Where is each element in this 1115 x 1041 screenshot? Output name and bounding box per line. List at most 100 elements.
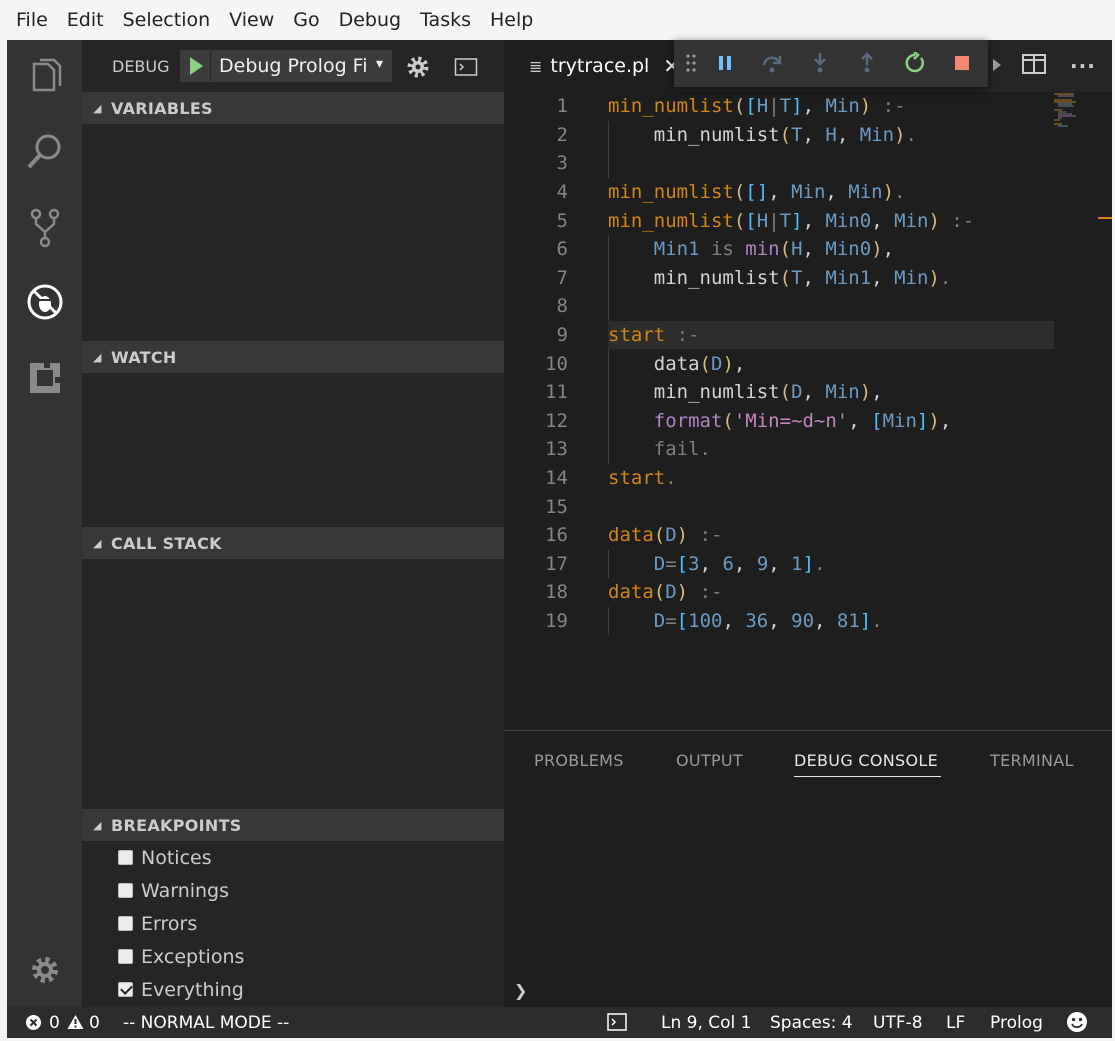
variables-section-header[interactable]: ◢ VARIABLES <box>82 92 504 124</box>
error-count[interactable]: 0 <box>49 1013 60 1033</box>
code-line: 2 min_numlist(T, H, Min). <box>504 120 1064 150</box>
code-text: min_numlist([], Min, Min). <box>608 181 906 204</box>
code-text: fail. <box>653 438 711 461</box>
tab-terminal[interactable]: TERMINAL <box>990 751 1074 770</box>
line-number: 15 <box>545 495 568 518</box>
breakpoint-item[interactable]: Everything <box>118 973 244 1006</box>
code-line: 18 data(D) :- <box>504 578 1064 607</box>
menu-file[interactable]: File <box>16 9 48 31</box>
open-launch-json-gear-icon[interactable] <box>404 53 432 81</box>
settings-gear-icon[interactable] <box>7 940 82 1000</box>
breakpoint-item[interactable]: Errors <box>118 907 197 940</box>
code-line: 7 min_numlist(T, Min1, Min). <box>504 263 1064 293</box>
menu-help[interactable]: Help <box>490 9 533 31</box>
language-mode[interactable]: Prolog <box>990 1013 1043 1033</box>
drag-handle-icon[interactable] <box>684 50 698 76</box>
breakpoint-checkbox[interactable] <box>118 883 133 898</box>
breakpoint-item[interactable]: Notices <box>118 841 212 874</box>
explorer-icon[interactable] <box>7 46 82 106</box>
tab-title: trytrace.pl <box>550 55 650 77</box>
code-line: 13 fail. <box>504 435 1064 464</box>
menu-tasks[interactable]: Tasks <box>420 9 471 31</box>
editor-tab-active[interactable]: ≣ trytrace.pl ✕ <box>504 40 680 92</box>
tab-output[interactable]: OUTPUT <box>676 751 743 770</box>
code-line: 3 <box>504 149 1064 178</box>
file-icon: ≣ <box>529 56 543 76</box>
code-line: 16 data(D) :- <box>504 521 1064 550</box>
line-number: 10 <box>545 352 568 375</box>
start-debugging-button[interactable] <box>181 51 211 81</box>
code-text: min_numlist([H|T], Min0, Min) :- <box>608 209 975 232</box>
end-of-line[interactable]: LF <box>946 1013 965 1033</box>
breakpoint-checkbox-checked[interactable] <box>118 982 133 997</box>
code-line: 19 D=[100, 36, 90, 81]. <box>504 606 1064 636</box>
error-icon[interactable] <box>25 1014 42 1036</box>
step-out-icon[interactable] <box>854 50 880 76</box>
extensions-icon[interactable] <box>7 348 82 408</box>
code-text: min_numlist(D, Min), <box>653 381 883 404</box>
restart-icon[interactable] <box>902 50 928 76</box>
stop-icon[interactable] <box>949 50 975 76</box>
collapse-icon: ◢ <box>93 350 102 364</box>
code-line: 10 data(D), <box>504 349 1064 378</box>
code-line: 11 min_numlist(D, Min), <box>504 378 1064 407</box>
debug-icon[interactable] <box>7 272 82 332</box>
code-text: data(D) :- <box>608 524 723 547</box>
breakpoint-item[interactable]: Exceptions <box>118 940 244 973</box>
debug-console-icon[interactable] <box>452 53 480 81</box>
code-text: D=[3, 6, 9, 1]. <box>653 552 826 575</box>
warning-icon[interactable] <box>67 1014 84 1035</box>
code-line: 17 D=[3, 6, 9, 1]. <box>504 549 1064 579</box>
cursor-position[interactable]: Ln 9, Col 1 <box>661 1013 752 1033</box>
line-number: 7 <box>556 266 568 289</box>
variables-section-title: VARIABLES <box>111 98 213 118</box>
breakpoint-checkbox[interactable] <box>118 850 133 865</box>
breakpoint-label: Exceptions <box>141 945 245 968</box>
split-editor-icon[interactable] <box>1022 54 1048 80</box>
floating-debug-toolbar <box>674 40 988 87</box>
code-editor[interactable]: 1 min_numlist([H|T], Min) :- 2 min_numli… <box>504 92 1064 730</box>
menu-view[interactable]: View <box>229 9 274 31</box>
line-number: 13 <box>545 438 568 461</box>
breakpoint-item[interactable]: Warnings <box>118 874 229 907</box>
breakpoint-checkbox[interactable] <box>118 949 133 964</box>
code-text: min_numlist([H|T], Min) :- <box>608 95 906 118</box>
line-number: 11 <box>545 381 568 404</box>
repl-prompt-icon[interactable]: ❯ <box>514 981 527 1000</box>
indentation[interactable]: Spaces: 4 <box>770 1013 853 1033</box>
tab-debug-console[interactable]: DEBUG CONSOLE <box>794 751 938 770</box>
menu-debug[interactable]: Debug <box>339 9 401 31</box>
code-line: 12 format('Min=~d~n', [Min]), <box>504 406 1064 436</box>
feedback-smiley-icon[interactable] <box>1066 1011 1088 1038</box>
tab-problems[interactable]: PROBLEMS <box>534 751 624 770</box>
watch-section-header[interactable]: ◢ WATCH <box>82 341 504 373</box>
call-stack-section-header[interactable]: ◢ CALL STACK <box>82 527 504 559</box>
bottom-panel: PROBLEMS OUTPUT DEBUG CONSOLE TERMINAL ❯ <box>504 730 1112 1007</box>
step-into-icon[interactable] <box>807 50 833 76</box>
warning-count[interactable]: 0 <box>89 1013 100 1033</box>
pause-icon[interactable] <box>712 50 738 76</box>
code-line: 14 start. <box>504 464 1064 493</box>
menu-selection[interactable]: Selection <box>123 9 211 31</box>
code-text: start :- <box>608 324 700 347</box>
menu-go[interactable]: Go <box>293 9 319 31</box>
step-over-icon[interactable] <box>759 50 785 76</box>
breakpoints-section-title: BREAKPOINTS <box>111 815 242 835</box>
minimap[interactable] <box>1052 92 1092 142</box>
line-number: 19 <box>545 610 568 633</box>
call-stack-section-title: CALL STACK <box>111 533 222 553</box>
more-actions-icon[interactable]: ··· <box>1070 54 1100 80</box>
encoding[interactable]: UTF-8 <box>873 1013 923 1033</box>
terminal-icon[interactable] <box>607 1013 627 1036</box>
search-icon[interactable] <box>7 122 82 182</box>
breakpoints-section-header[interactable]: ◢ BREAKPOINTS <box>82 809 504 841</box>
debug-view-title: DEBUG <box>112 56 170 76</box>
source-control-icon[interactable] <box>7 198 82 258</box>
activity-bar <box>7 40 82 1007</box>
run-arrow-icon[interactable] <box>992 57 1002 76</box>
menu-edit[interactable]: Edit <box>67 9 104 31</box>
debug-config-select[interactable]: Debug Prolog Fi ▾ <box>180 50 392 82</box>
code-text: format('Min=~d~n', [Min]), <box>653 409 952 432</box>
code-line: 6 Min1 is min(H, Min0), <box>504 235 1064 264</box>
breakpoint-checkbox[interactable] <box>118 916 133 931</box>
